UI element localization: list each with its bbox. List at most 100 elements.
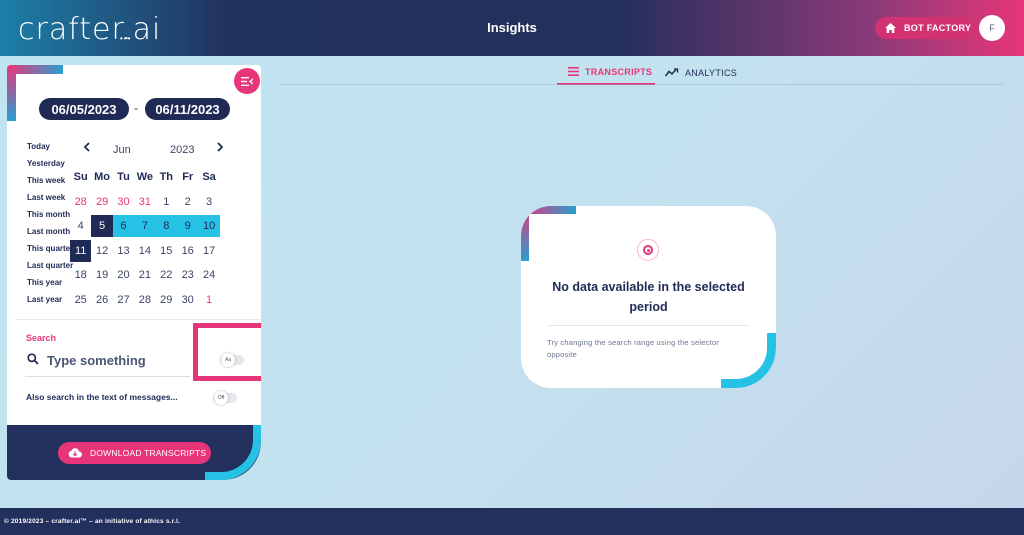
home-icon — [885, 23, 896, 33]
highlight-annotation-box — [193, 323, 261, 381]
calendar-day[interactable]: 14 — [134, 240, 155, 262]
calendar-weekday: Tu — [117, 171, 130, 183]
tab-analytics-label: ANALYTICS — [685, 67, 738, 78]
calendar-day[interactable]: 24 — [198, 264, 219, 286]
calendar-weekday: We — [136, 171, 154, 183]
calendar-day[interactable]: 17 — [198, 240, 219, 262]
calendar-week-row: 18 19 20 21 22 23 24 — [75, 264, 228, 286]
preset-last-quarter[interactable]: Last quarter — [27, 261, 73, 270]
app-header: crafter.ai ••• Insights BOT FACTORY F — [0, 0, 1024, 56]
calendar-day[interactable]: 16 — [177, 240, 198, 262]
calendar-week-row: 28 29 30 31 1 2 3 — [75, 191, 228, 213]
calendar-day[interactable]: 31 — [134, 191, 155, 213]
chevron-right-icon[interactable] — [216, 142, 224, 155]
preset-yesterday[interactable]: Yesterday — [27, 159, 65, 168]
target-icon — [637, 239, 659, 261]
empty-state-card: No data available in the selected period… — [521, 206, 776, 388]
calendar-day[interactable]: 18 — [70, 264, 91, 286]
calendar-day[interactable]: 22 — [156, 264, 177, 286]
calendar-day[interactable]: 11 — [70, 239, 92, 262]
card-accent-decoration — [721, 333, 776, 388]
calendar-day[interactable]: 2 — [177, 191, 198, 213]
page-title: Insights — [487, 20, 537, 35]
logo-dots: ••• — [120, 34, 132, 43]
bot-factory-label: BOT FACTORY — [904, 23, 972, 33]
calendar-day[interactable]: 28 — [134, 289, 155, 311]
tab-transcripts-label: TRANSCRIPTS — [585, 66, 653, 77]
calendar-week-row: 4 5 6 7 8 9 10 — [78, 215, 228, 237]
calendar-day[interactable]: 13 — [113, 240, 134, 262]
calendar-day[interactable]: 29 — [91, 191, 112, 213]
cloud-download-icon — [68, 448, 82, 458]
calendar-weekday: Sa — [202, 171, 216, 183]
calendar-day[interactable]: 1 — [156, 191, 177, 213]
panel-footer-accent — [205, 425, 261, 480]
trend-line-icon — [665, 68, 679, 77]
calendar-day[interactable]: 28 — [70, 191, 91, 213]
user-avatar[interactable]: F — [979, 15, 1005, 41]
preset-today[interactable]: Today — [27, 142, 50, 151]
tab-analytics[interactable]: ANALYTICS — [665, 60, 755, 85]
calendar-day[interactable]: 30 — [113, 191, 134, 213]
preset-this-year[interactable]: This year — [27, 278, 62, 287]
calendar-day[interactable]: 7 — [134, 215, 156, 237]
calendar-year[interactable]: 2023 — [170, 144, 194, 156]
preset-this-month[interactable]: This month — [27, 210, 70, 219]
date-separator: - — [134, 101, 138, 115]
calendar-weekday: Fr — [182, 171, 194, 183]
calendar-day[interactable]: 12 — [91, 240, 112, 262]
filter-panel: 06/05/2023 - 06/11/2023 Today Yesterday … — [7, 65, 261, 480]
preset-last-week[interactable]: Last week — [27, 193, 65, 202]
calendar-day[interactable]: 15 — [156, 240, 177, 262]
messages-toggle-knob: Off — [214, 391, 228, 405]
calendar-day[interactable]: 29 — [156, 289, 177, 311]
calendar-day[interactable]: 20 — [113, 264, 134, 286]
calendar-day[interactable]: 6 — [112, 215, 135, 237]
card-corner-decoration-vertical — [521, 206, 529, 261]
chevron-left-icon[interactable] — [83, 142, 91, 155]
empty-state-title: No data available in the selected period — [552, 280, 745, 314]
search-messages-toggle[interactable]: Off — [213, 391, 237, 405]
card-divider — [547, 325, 750, 326]
calendar-week-row: 25 26 27 28 29 30 1 — [75, 289, 228, 311]
list-icon — [568, 67, 579, 76]
calendar-day[interactable]: 30 — [177, 289, 198, 311]
date-from-field[interactable]: 06/05/2023 — [39, 98, 129, 120]
bot-factory-button[interactable]: BOT FACTORY — [875, 17, 975, 39]
calendar-day[interactable]: 23 — [177, 264, 198, 286]
calendar-day[interactable]: 10 — [198, 215, 220, 237]
search-messages-label: Also search in the text of messages... — [26, 392, 178, 402]
calendar-day[interactable]: 9 — [177, 215, 199, 237]
calendar-day[interactable]: 21 — [134, 264, 155, 286]
panel-divider — [15, 319, 261, 320]
preset-this-quarter[interactable]: This quarter — [27, 244, 73, 253]
download-label: DOWNLOAD TRANSCRIPTS — [90, 448, 207, 458]
tab-transcripts[interactable]: TRANSCRIPTS — [557, 60, 655, 85]
search-input[interactable] — [47, 351, 187, 369]
collapse-panel-button[interactable] — [234, 68, 260, 94]
calendar-week-row: 11 12 13 14 15 16 17 — [70, 239, 228, 262]
calendar-day[interactable]: 4 — [70, 215, 91, 237]
date-to-field[interactable]: 06/11/2023 — [145, 98, 230, 120]
calendar-day[interactable]: 8 — [155, 215, 177, 237]
calendar-weekday: Su — [73, 171, 88, 183]
calendar-weekday-row: Su Mo Tu We Th Fr Sa — [74, 166, 228, 188]
copyright-text: © 2019/2023 – crafter.ai™ – an initiativ… — [4, 518, 181, 525]
preset-this-week[interactable]: This week — [27, 176, 65, 185]
calendar-day[interactable]: 19 — [91, 264, 112, 286]
download-transcripts-button[interactable]: DOWNLOAD TRANSCRIPTS — [58, 442, 211, 464]
calendar-day[interactable]: 5 — [91, 215, 113, 237]
calendar-day[interactable]: 25 — [70, 289, 91, 311]
empty-state-text: Try changing the search range using the … — [547, 338, 719, 359]
calendar-day[interactable]: 26 — [91, 289, 112, 311]
preset-last-year[interactable]: Last year — [27, 295, 62, 304]
calendar-day[interactable]: 27 — [113, 289, 134, 311]
collapse-menu-icon — [241, 76, 253, 86]
preset-last-month[interactable]: Last month — [27, 227, 70, 236]
calendar-weekday: Th — [159, 171, 174, 183]
calendar-day[interactable]: 1 — [198, 289, 219, 311]
calendar-day[interactable]: 3 — [198, 191, 219, 213]
tabs-baseline — [280, 84, 1004, 85]
card-corner-decoration — [521, 206, 576, 214]
calendar-month[interactable]: Jun — [113, 144, 131, 156]
